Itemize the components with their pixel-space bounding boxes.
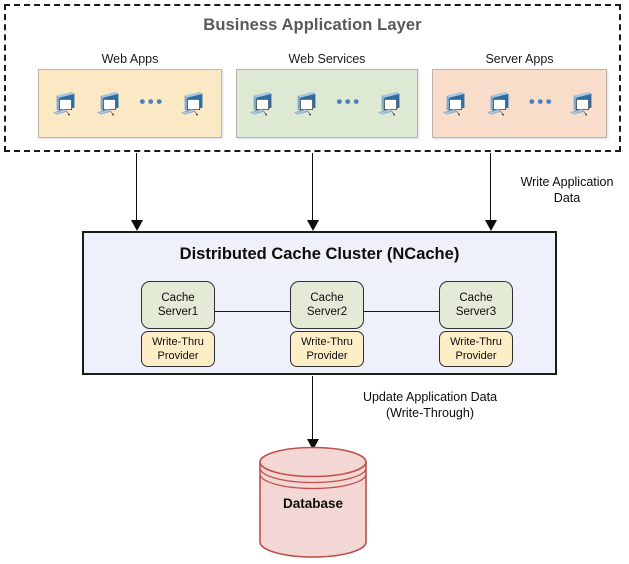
write-thru-provider-2[interactable]: Write-Thru Provider bbox=[290, 331, 364, 367]
panel-web-services: ••• bbox=[236, 69, 418, 138]
ellipsis-web-services: ••• bbox=[336, 92, 362, 111]
annotation-write-application-data: Write Application Data bbox=[520, 175, 614, 205]
write-thru-provider-1[interactable]: Write-Thru Provider bbox=[141, 331, 215, 367]
group-server-apps: Server Apps ••• bbox=[432, 52, 607, 142]
cache-server-1[interactable]: Cache Server1 bbox=[141, 281, 215, 329]
link-server2-server3 bbox=[364, 311, 439, 313]
group-label-web-apps: Web Apps bbox=[101, 52, 159, 66]
computer-icon bbox=[442, 91, 465, 115]
architecture-diagram: Business Application Layer Web Apps ••• … bbox=[0, 0, 629, 564]
cache-node-2: Cache Server2 Write-Thru Provider bbox=[290, 281, 364, 367]
arrow-server-apps-to-cluster bbox=[484, 153, 497, 231]
panel-server-apps: ••• bbox=[432, 69, 607, 138]
cache-server-2-label: Cache Server2 bbox=[306, 292, 348, 318]
computer-icon bbox=[180, 91, 203, 115]
computer-icon bbox=[53, 91, 75, 115]
database-cylinder: Database bbox=[258, 446, 368, 558]
computer-icon bbox=[486, 91, 509, 115]
database-label: Database bbox=[282, 496, 344, 511]
computer-icon bbox=[377, 91, 400, 115]
computer-icon bbox=[97, 91, 119, 115]
cache-server-1-label: Cache Server1 bbox=[157, 292, 199, 318]
link-server1-server2 bbox=[215, 311, 290, 313]
computer-icon bbox=[250, 91, 272, 115]
ellipsis-web-apps: ••• bbox=[139, 92, 165, 111]
cache-server-3[interactable]: Cache Server3 bbox=[439, 281, 513, 329]
computer-icon bbox=[294, 91, 316, 115]
group-web-services: Web Services ••• bbox=[236, 52, 418, 142]
write-thru-provider-2-label: Write-Thru Provider bbox=[301, 336, 353, 362]
cache-node-1: Cache Server1 Write-Thru Provider bbox=[141, 281, 215, 367]
cache-server-3-label: Cache Server3 bbox=[455, 292, 497, 318]
write-thru-provider-3-label: Write-Thru Provider bbox=[450, 336, 502, 362]
write-thru-provider-1-label: Write-Thru Provider bbox=[152, 336, 204, 362]
group-label-web-services: Web Services bbox=[288, 52, 366, 66]
cache-node-3: Cache Server3 Write-Thru Provider bbox=[439, 281, 513, 367]
page-title: Business Application Layer bbox=[203, 16, 422, 34]
annotation-update-application-data: Update Application Data (Write-Through) bbox=[362, 390, 498, 420]
arrow-web-services-to-cluster bbox=[306, 153, 319, 231]
computer-icon bbox=[570, 91, 592, 115]
cache-server-2[interactable]: Cache Server2 bbox=[290, 281, 364, 329]
cluster-title: Distributed Cache Cluster (NCache) bbox=[179, 245, 460, 263]
group-web-apps: Web Apps ••• bbox=[38, 52, 222, 142]
group-label-server-apps: Server Apps bbox=[485, 52, 554, 66]
ellipsis-server-apps: ••• bbox=[528, 92, 555, 111]
distributed-cache-cluster: Distributed Cache Cluster (NCache) Cache… bbox=[82, 231, 557, 375]
arrow-web-apps-to-cluster bbox=[130, 153, 143, 231]
arrow-cluster-to-database bbox=[306, 376, 319, 450]
panel-web-apps: ••• bbox=[38, 69, 222, 138]
write-thru-provider-3[interactable]: Write-Thru Provider bbox=[439, 331, 513, 367]
